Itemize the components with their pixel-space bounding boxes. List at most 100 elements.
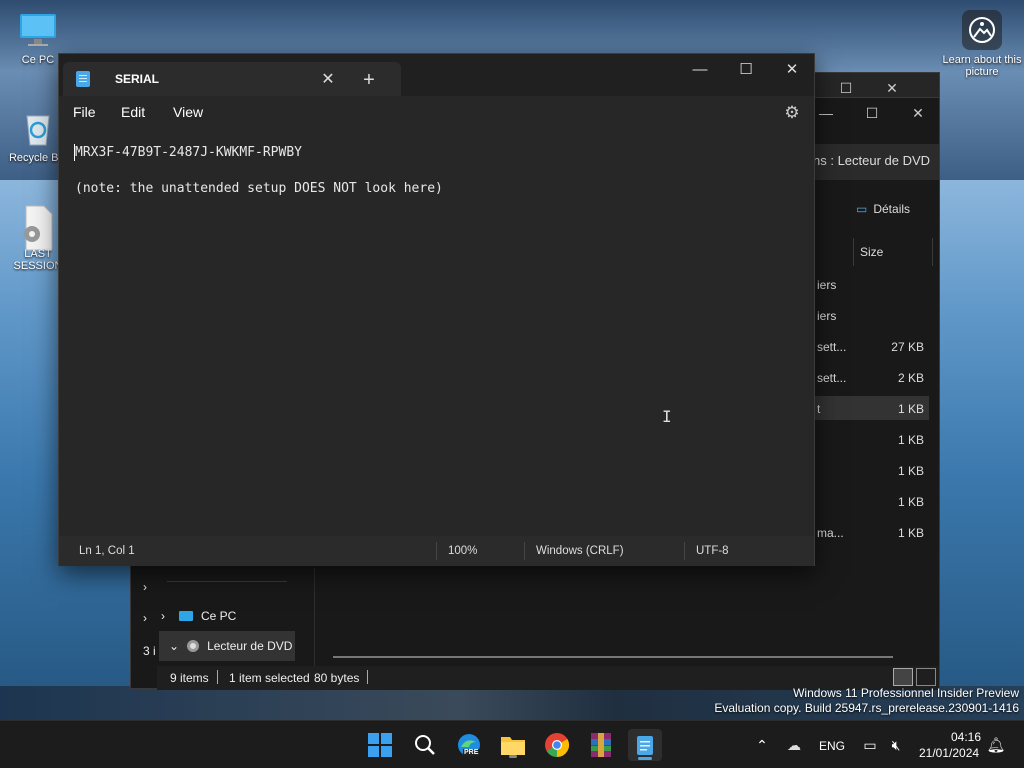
notepad-icon bbox=[76, 71, 90, 87]
tiles-view-button[interactable] bbox=[916, 668, 936, 686]
close-icon[interactable]: ✕ bbox=[895, 98, 941, 128]
pre-badge: PRE bbox=[463, 749, 480, 756]
file-size: 27 KB bbox=[891, 340, 924, 354]
clock-time[interactable]: 04:16 bbox=[951, 730, 981, 744]
monitor-icon bbox=[179, 611, 193, 621]
file-size: 1 KB bbox=[897, 495, 924, 509]
status-selection: 1 item selected bbox=[229, 671, 310, 685]
chrome-icon bbox=[545, 733, 570, 757]
status-divider bbox=[217, 670, 218, 684]
dvd-icon bbox=[187, 640, 200, 652]
minimize-button[interactable]: — bbox=[677, 54, 723, 84]
status-divider bbox=[367, 670, 368, 684]
tree-item-ce-pc[interactable]: › Ce PC bbox=[161, 604, 236, 628]
chevron-right-icon[interactable]: › bbox=[161, 609, 171, 623]
status-divider bbox=[524, 542, 525, 560]
list-item[interactable]: sett... bbox=[817, 371, 846, 385]
chrome-button[interactable] bbox=[541, 729, 573, 761]
chevron-up-icon[interactable]: ⌃ bbox=[746, 729, 778, 761]
item-count-partial: 3 i bbox=[143, 644, 156, 658]
watermark-line2: Evaluation copy. Build 25947.rs_prerelea… bbox=[714, 701, 1019, 715]
details-pane-label: Détails bbox=[873, 202, 911, 216]
learn-about-picture-label: Learn about this picture bbox=[942, 54, 1022, 78]
new-tab-button[interactable]: + bbox=[355, 66, 383, 94]
status-encoding[interactable]: UTF-8 bbox=[696, 545, 729, 557]
cloud-offline-icon[interactable]: ☁ bbox=[778, 729, 810, 761]
notepad-titlebar[interactable]: SERIAL ✕ + — ☐ ✕ bbox=[59, 54, 814, 96]
status-line-ending[interactable]: Windows (CRLF) bbox=[536, 545, 624, 557]
status-zoom[interactable]: 100% bbox=[448, 545, 477, 557]
chevron-right-icon[interactable]: › bbox=[143, 580, 147, 594]
status-size: 80 bytes bbox=[314, 671, 360, 685]
learn-about-picture-button[interactable]: Learn about this picture bbox=[940, 10, 1024, 78]
desktop-icon-label: Ce PC bbox=[21, 54, 55, 66]
maximize-button[interactable]: ☐ bbox=[723, 54, 769, 84]
list-item[interactable]: iers bbox=[817, 278, 836, 292]
details-view-button[interactable] bbox=[893, 668, 913, 686]
monitor-icon bbox=[18, 10, 58, 50]
gear-icon[interactable]: ⚙ bbox=[781, 102, 803, 124]
tab-serial[interactable]: SERIAL ✕ bbox=[63, 62, 401, 96]
list-item[interactable]: t bbox=[817, 402, 820, 416]
close-tab-icon[interactable]: ✕ bbox=[315, 66, 341, 92]
horizontal-scrollbar[interactable] bbox=[333, 656, 893, 658]
column-header-size[interactable]: Size bbox=[853, 238, 933, 266]
notepad-status-bar: Ln 1, Col 1 100% Windows (CRLF) UTF-8 bbox=[59, 536, 814, 566]
edge-button[interactable]: PRE bbox=[453, 729, 485, 761]
notepad-icon bbox=[637, 736, 653, 755]
status-divider bbox=[436, 542, 437, 560]
folder-icon bbox=[501, 737, 525, 755]
menu-view[interactable]: View bbox=[173, 104, 203, 120]
list-item[interactable]: ma... bbox=[817, 526, 844, 540]
file-size: 2 KB bbox=[897, 371, 924, 385]
tree-item-label: Lecteur de DVD bbox=[207, 639, 293, 653]
camera-icon bbox=[962, 10, 1002, 50]
watermark-line1: Windows 11 Professionnel Insider Preview bbox=[793, 686, 1019, 700]
winrar-button[interactable] bbox=[585, 729, 617, 761]
tree-item-label: Ce PC bbox=[201, 609, 237, 623]
tab-title: SERIAL bbox=[115, 72, 160, 86]
taskbar: PRE ⌃ ☁ ENG ▭ 🔇︎ 04:16 21/01/2024 🔔︎ bbox=[0, 720, 1024, 768]
notepad-window: SERIAL ✕ + — ☐ ✕ File Edit View ⚙ MRX3F-… bbox=[58, 53, 815, 566]
notepad-taskbar-button[interactable] bbox=[628, 729, 662, 761]
language-indicator[interactable]: ENG bbox=[819, 739, 845, 753]
editor-line: MRX3F-47B9T-2487J-KWKMF-RPWBY bbox=[75, 145, 302, 160]
file-explorer-button[interactable] bbox=[497, 729, 529, 761]
details-pane-button[interactable]: ▭ Détails bbox=[856, 202, 910, 216]
tree-item-dvd[interactable]: ⌄ Lecteur de DVD bbox=[159, 631, 295, 661]
file-size: 1 KB bbox=[897, 433, 924, 447]
mouse-cursor-ibeam: I bbox=[662, 407, 672, 426]
status-item-count: 9 items bbox=[170, 671, 209, 685]
archive-icon bbox=[591, 733, 611, 757]
active-indicator bbox=[638, 757, 652, 760]
menu-file[interactable]: File bbox=[73, 104, 96, 120]
file-size: 1 KB bbox=[897, 464, 924, 478]
list-item[interactable]: iers bbox=[817, 309, 836, 323]
clock-date[interactable]: 21/01/2024 bbox=[919, 746, 979, 760]
status-divider bbox=[684, 542, 685, 560]
nav-pane-border bbox=[314, 568, 315, 668]
menu-bar: File Edit View ⚙ bbox=[59, 96, 814, 130]
menu-edit[interactable]: Edit bbox=[121, 104, 145, 120]
running-indicator bbox=[509, 755, 517, 758]
search-icon bbox=[415, 735, 435, 755]
search-button[interactable] bbox=[409, 729, 441, 761]
file-size: 1 KB bbox=[897, 526, 924, 540]
chevron-down-icon[interactable]: ⌄ bbox=[169, 639, 179, 653]
file-size: 1 KB bbox=[897, 402, 924, 416]
nav-divider bbox=[167, 581, 287, 582]
status-position: Ln 1, Col 1 bbox=[79, 545, 135, 557]
address-bar[interactable]: ns : Lecteur de DVD bbox=[811, 144, 939, 180]
details-pane-icon: ▭ bbox=[856, 202, 868, 216]
text-editor[interactable]: MRX3F-47B9T-2487J-KWKMF-RPWBY (note: the… bbox=[59, 130, 814, 536]
start-button[interactable] bbox=[364, 729, 396, 761]
maximize-icon[interactable]: ☐ bbox=[849, 98, 895, 128]
chevron-right-icon[interactable]: › bbox=[143, 611, 147, 625]
volume-muted-icon[interactable]: 🔇︎ bbox=[880, 729, 912, 761]
notification-bell-icon[interactable]: 🔔︎ bbox=[980, 729, 1012, 761]
settings-file-icon bbox=[18, 204, 58, 251]
editor-line: (note: the unattended setup DOES NOT loo… bbox=[75, 181, 443, 196]
windows-logo-icon bbox=[368, 733, 392, 757]
close-button[interactable]: ✕ bbox=[769, 54, 815, 84]
list-item[interactable]: sett... bbox=[817, 340, 846, 354]
